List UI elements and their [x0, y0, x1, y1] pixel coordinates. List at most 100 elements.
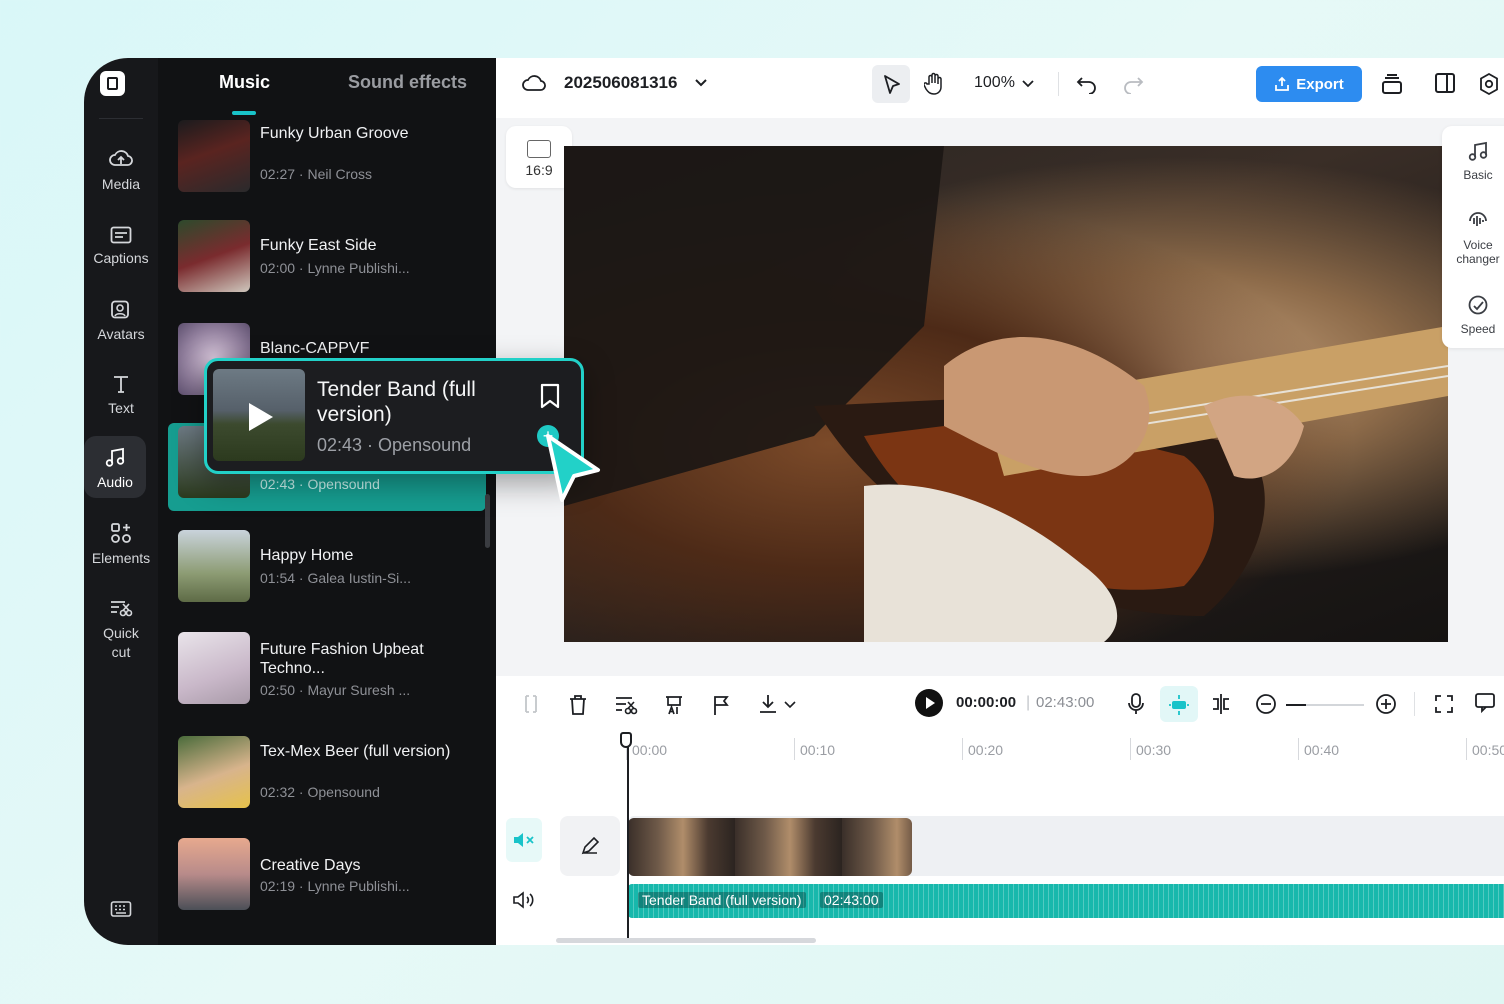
- bookmark-icon[interactable]: [539, 383, 561, 409]
- ai-frame-icon[interactable]: [664, 694, 684, 716]
- zoom-level[interactable]: 100%: [974, 74, 1015, 92]
- delete-icon[interactable]: [568, 694, 588, 716]
- track-meta: 02:32 · Opensound: [260, 784, 380, 800]
- playhead-line[interactable]: [627, 738, 629, 938]
- layers-icon[interactable]: [1380, 72, 1404, 96]
- time-separator: |: [1026, 694, 1031, 711]
- pencil-icon: [581, 836, 600, 855]
- track-meta: 02:00 · Lynne Publishi...: [260, 260, 410, 276]
- tab-music[interactable]: Music: [219, 72, 270, 93]
- audio-clip[interactable]: Tender Band (full version) 02:43:00: [628, 884, 1504, 918]
- settings-icon[interactable]: [1478, 72, 1500, 96]
- list-item[interactable]: Future Fashion Upbeat Techno... 02:50 · …: [178, 632, 478, 706]
- track-thumbnail: [178, 736, 250, 808]
- chevron-down-icon[interactable]: [694, 78, 708, 88]
- basic-button[interactable]: Basic: [1442, 140, 1504, 182]
- quick-cut-icon: [111, 601, 133, 617]
- list-item[interactable]: Funky East Side 02:00 · Lynne Publishi..…: [178, 220, 478, 294]
- ruler-tick: [1466, 738, 1467, 760]
- track-title: Future Fashion Upbeat Techno...: [260, 641, 424, 677]
- microphone-icon[interactable]: [1126, 692, 1146, 716]
- basic-label: Basic: [1463, 168, 1493, 182]
- rail-item-audio[interactable]: Audio: [84, 436, 146, 498]
- trim-icon[interactable]: [522, 694, 540, 714]
- top-bar: 202506081316 100% Export: [496, 58, 1504, 118]
- list-item[interactable]: Tex-Mex Beer (full version) 02:32 · Open…: [178, 736, 478, 810]
- timeline-scrollbar[interactable]: [556, 938, 816, 943]
- video-clip[interactable]: [628, 818, 912, 876]
- split-icon[interactable]: [1210, 692, 1232, 716]
- keyboard-shortcuts-button[interactable]: [84, 900, 158, 924]
- track-title: Creative Days: [260, 857, 361, 874]
- rail-item-text[interactable]: Text: [84, 374, 158, 416]
- speed-button[interactable]: Speed: [1442, 294, 1504, 336]
- zoom-slider[interactable]: [1286, 704, 1364, 706]
- track-meta: 02:27 · Neil Cross: [260, 166, 373, 182]
- voice-changer-icon: [1469, 212, 1487, 226]
- export-label: Export: [1296, 75, 1344, 93]
- track-title: Funky Urban Groove: [260, 125, 409, 142]
- track-title: Tender Band (full version): [317, 378, 476, 426]
- app-logo: [100, 71, 125, 96]
- video-preview[interactable]: [564, 146, 1449, 642]
- track-meta: 01:54 · Galea Iustin-Si...: [260, 570, 411, 586]
- play-icon[interactable]: [249, 403, 273, 431]
- export-button[interactable]: Export: [1256, 66, 1362, 102]
- track-meta: 02:43 · Opensound: [317, 435, 472, 455]
- list-item[interactable]: Happy Home 01:54 · Galea Iustin-Si...: [178, 530, 478, 604]
- music-note-icon: [1468, 141, 1488, 161]
- zoom-in-icon[interactable]: [1374, 692, 1398, 716]
- download-icon[interactable]: [756, 692, 780, 716]
- tab-sound-effects[interactable]: Sound effects: [348, 72, 467, 93]
- app-window: Media Captions Avatars Text Audio Elemen…: [84, 58, 1504, 945]
- rail-item-captions[interactable]: Captions: [84, 226, 158, 266]
- timeline: 00:00 00:10 00:20 00:30 00:40 00:50 Tend…: [496, 732, 1504, 945]
- cut-icon[interactable]: [614, 694, 638, 716]
- project-title[interactable]: 202506081316: [564, 73, 677, 93]
- speaker-muted-icon: [514, 833, 534, 847]
- rail-item-elements[interactable]: Elements: [84, 522, 158, 566]
- chevron-down-icon[interactable]: [784, 700, 796, 709]
- list-item[interactable]: Creative Days 02:19 · Lynne Publishi...: [178, 838, 478, 912]
- undo-icon[interactable]: [1076, 74, 1098, 94]
- cloud-upload-icon: [109, 150, 133, 166]
- playhead-handle[interactable]: [620, 732, 632, 748]
- rail-item-quick-cut[interactable]: Quick cut: [84, 598, 158, 662]
- speaker-icon[interactable]: [512, 890, 536, 910]
- rail-label-quick-cut: Quick cut: [103, 625, 139, 660]
- dragged-track-card[interactable]: Tender Band (full version) 02:43 · Opens…: [204, 358, 584, 474]
- fullscreen-icon[interactable]: [1434, 694, 1454, 714]
- aspect-ratio-button[interactable]: 16:9: [506, 126, 572, 188]
- rail-divider: [99, 118, 143, 119]
- track-thumbnail: [178, 120, 250, 192]
- cloud-icon[interactable]: [522, 73, 546, 93]
- zoom-out-icon[interactable]: [1254, 692, 1278, 716]
- rail-label-captions: Captions: [93, 250, 149, 266]
- rail-label-text: Text: [108, 400, 134, 416]
- avatar-icon: [111, 300, 129, 319]
- split-view-icon[interactable]: [1434, 72, 1456, 94]
- text-icon: [114, 376, 128, 393]
- rail-label-media: Media: [101, 176, 141, 192]
- panel-scrollbar[interactable]: [485, 494, 490, 548]
- play-icon[interactable]: [914, 688, 944, 718]
- rail-item-media[interactable]: Media: [84, 148, 158, 192]
- list-item[interactable]: Funky Urban Groove 02:27 · Neil Cross: [178, 120, 478, 194]
- current-time: 00:00:00: [956, 694, 1017, 711]
- mute-track-button[interactable]: [506, 818, 542, 862]
- ruler-label: 00:10: [800, 742, 836, 758]
- speed-icon: [1468, 295, 1488, 315]
- hand-icon[interactable]: [924, 72, 944, 96]
- voice-changer-button[interactable]: Voice changer: [1442, 210, 1504, 266]
- redo-icon[interactable]: [1122, 74, 1144, 94]
- track-thumbnail: [178, 838, 250, 910]
- chevron-down-icon[interactable]: [1022, 79, 1034, 88]
- edit-cover-button[interactable]: [560, 816, 620, 876]
- right-properties-panel: Basic Voice changer Speed: [1442, 126, 1504, 348]
- ruler-label: 00:00: [632, 742, 668, 758]
- comment-icon[interactable]: [1474, 692, 1496, 714]
- rail-item-avatars[interactable]: Avatars: [84, 300, 158, 342]
- flag-icon[interactable]: [712, 694, 730, 716]
- keyboard-icon: [110, 901, 132, 917]
- track-title: Funky East Side: [260, 237, 377, 254]
